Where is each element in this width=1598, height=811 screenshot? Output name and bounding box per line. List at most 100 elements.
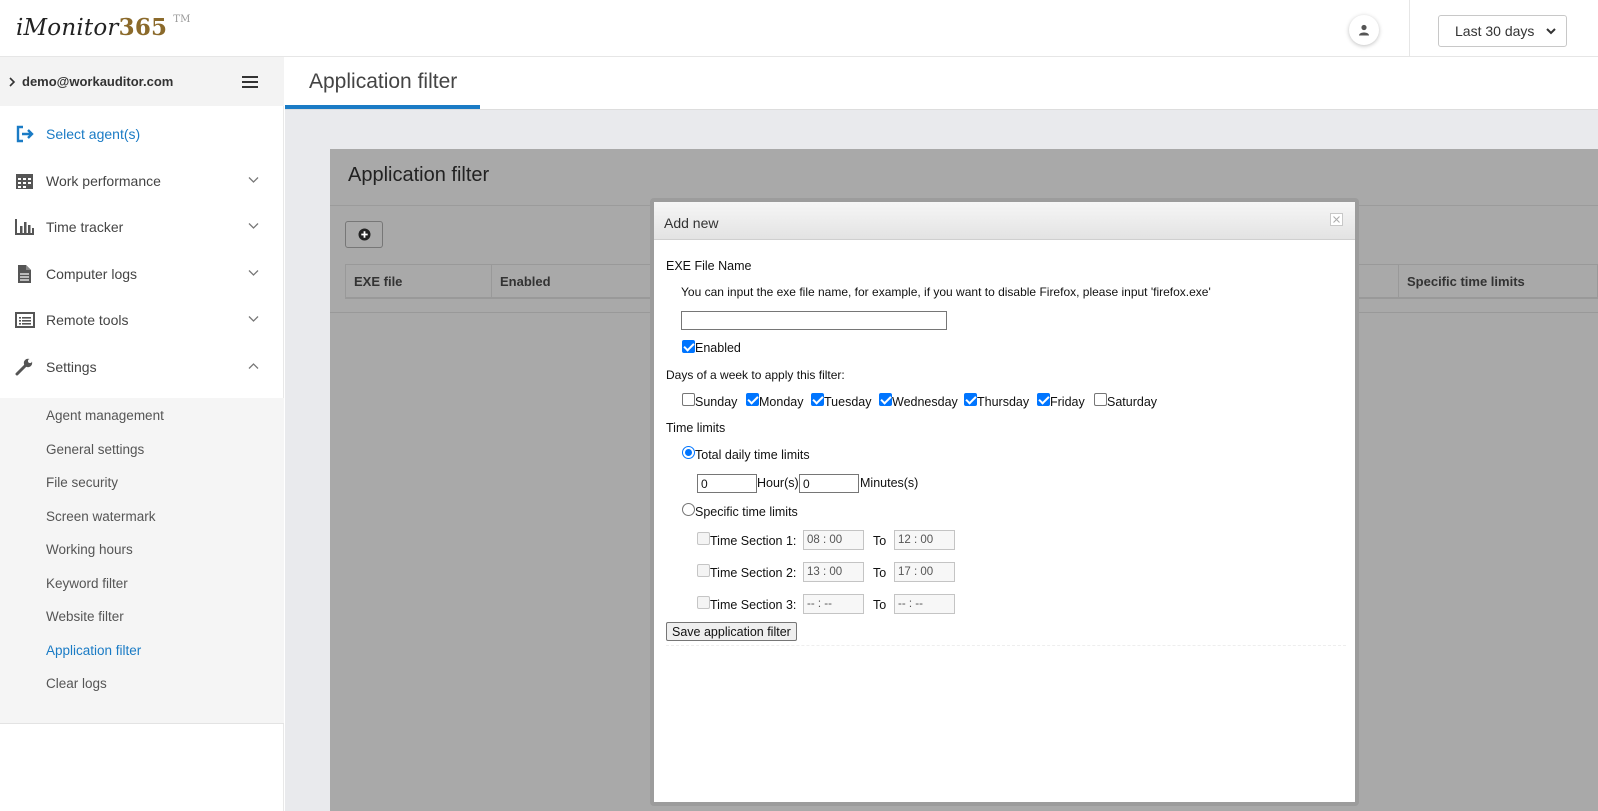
date-range-value: Last 30 days (1455, 23, 1535, 39)
time-section-1-to-label: To (873, 534, 887, 548)
bar-chart-icon (15, 219, 34, 235)
sidebar-item-label: Settings (46, 359, 97, 375)
logo-trademark: TM (173, 14, 191, 25)
sidebar-item-application-filter[interactable]: Application filter (46, 643, 141, 658)
date-range-select[interactable]: Last 30 days (1438, 15, 1567, 47)
day-label-sunday: Sunday (695, 395, 738, 409)
sidebar-item-label: Time tracker (46, 219, 124, 235)
time-section-2-from[interactable]: 13 : 00 (803, 562, 864, 582)
sidebar-item-time-tracker[interactable]: Time tracker (0, 204, 284, 250)
sidebar-item-label: Computer logs (46, 266, 138, 282)
plus-circle-icon (358, 228, 370, 241)
sidebar-item-settings[interactable]: Settings (0, 344, 284, 390)
sidebar-item-file-security[interactable]: File security (46, 475, 118, 490)
sign-in-icon (16, 125, 34, 143)
day-checkbox-saturday[interactable] (1094, 393, 1107, 406)
chevron-down-icon (248, 270, 259, 276)
sidebar-item-label: Work performance (46, 173, 161, 189)
sidebar-item-label: Select agent(s) (46, 126, 141, 142)
day-checkbox-monday[interactable] (746, 393, 759, 406)
menu-toggle-button[interactable] (216, 57, 284, 106)
time-section-3-to[interactable]: -- : -- (894, 594, 955, 614)
time-section-2-to-label: To (873, 566, 887, 580)
day-checkbox-thursday[interactable] (964, 393, 977, 406)
calendar-icon (16, 174, 33, 189)
app-logo[interactable]: iMonitor365 TM (16, 14, 191, 41)
time-section-2-to[interactable]: 17 : 00 (894, 562, 955, 582)
total-daily-label: Total daily time limits (695, 448, 810, 462)
exe-file-name-label: EXE File Name (666, 259, 752, 273)
logo-number: 365 (118, 14, 168, 41)
sidebar: demo@workauditor.com Select agent(s) Wor… (0, 57, 284, 811)
specific-time-radio[interactable] (682, 503, 695, 516)
chevron-down-icon (1546, 28, 1556, 35)
sidebar-item-clear-logs[interactable]: Clear logs (46, 676, 107, 691)
sidebar-item-work-performance[interactable]: Work performance (0, 158, 284, 204)
page-title: Application filter (309, 70, 458, 93)
time-section-2-label: Time Section 2: (710, 566, 797, 580)
account-email: demo@workauditor.com (22, 74, 174, 89)
hours-unit-label: Hour(s) (757, 476, 799, 490)
column-header-exe-file[interactable]: EXE file (346, 265, 492, 298)
day-label-monday: Monday (759, 395, 804, 409)
day-label-friday: Friday (1050, 395, 1085, 409)
time-section-1-to[interactable]: 12 : 00 (894, 530, 955, 550)
account-switcher[interactable]: demo@workauditor.com (0, 57, 216, 106)
add-new-dialog: Add new EXE File Name You can input the … (650, 198, 1359, 806)
add-filter-button[interactable] (345, 221, 383, 248)
enabled-checkbox[interactable] (682, 340, 695, 353)
sidebar-item-screen-watermark[interactable]: Screen watermark (46, 509, 156, 524)
chevron-down-icon (248, 223, 259, 229)
user-icon (1359, 24, 1369, 36)
active-tab-indicator (285, 105, 480, 109)
page-header: Application filter (285, 57, 1598, 110)
time-section-3-from[interactable]: -- : -- (803, 594, 864, 614)
day-label-tuesday: Tuesday (824, 395, 872, 409)
exe-file-name-input[interactable] (681, 311, 947, 330)
day-checkbox-wednesday[interactable] (879, 393, 892, 406)
time-section-1-label: Time Section 1: (710, 534, 797, 548)
top-bar: iMonitor365 TM Last 30 days (0, 0, 1598, 57)
list-window-icon (15, 312, 35, 328)
dialog-title: Add new (664, 215, 719, 231)
exe-file-hint: You can input the exe file name, for exa… (681, 285, 1211, 299)
wrench-icon (15, 358, 33, 376)
minutes-input[interactable]: 0 (799, 474, 859, 493)
enabled-label: Enabled (695, 341, 741, 355)
dialog-separator (666, 645, 1346, 646)
time-section-3-checkbox[interactable] (697, 596, 710, 609)
dialog-close-button[interactable] (1330, 213, 1343, 226)
sidebar-item-select-agents[interactable]: Select agent(s) (0, 111, 284, 157)
sidebar-item-keyword-filter[interactable]: Keyword filter (46, 576, 128, 591)
sidebar-item-computer-logs[interactable]: Computer logs (0, 251, 284, 297)
panel-title: Application filter (348, 164, 490, 186)
time-section-3-label: Time Section 3: (710, 598, 797, 612)
sidebar-item-website-filter[interactable]: Website filter (46, 609, 124, 624)
time-section-1-checkbox[interactable] (697, 532, 710, 545)
day-label-saturday: Saturday (1107, 395, 1158, 409)
sidebar-item-agent-management[interactable]: Agent management (46, 408, 164, 423)
time-section-3-to-label: To (873, 598, 887, 612)
day-checkbox-tuesday[interactable] (811, 393, 824, 406)
chevron-right-icon (9, 76, 16, 87)
day-checkbox-sunday[interactable] (682, 393, 695, 406)
chevron-down-icon (248, 177, 259, 183)
total-daily-radio[interactable] (682, 446, 695, 459)
column-header-specific-time-limits[interactable]: Specific time limits (1398, 265, 1598, 298)
logo-text: iMonitor (16, 15, 119, 41)
hours-input[interactable]: 0 (697, 474, 757, 493)
time-section-2-checkbox[interactable] (697, 564, 710, 577)
day-checkbox-friday[interactable] (1037, 393, 1050, 406)
day-label-wednesday: Wednesday (892, 395, 958, 409)
time-section-1-from[interactable]: 08 : 00 (803, 530, 864, 550)
sidebar-item-working-hours[interactable]: Working hours (46, 542, 133, 557)
save-application-filter-button[interactable]: Save application filter (666, 622, 797, 641)
chevron-up-icon (248, 363, 259, 369)
minutes-unit-label: Minutes(s) (860, 476, 919, 490)
sidebar-item-general-settings[interactable]: General settings (46, 442, 144, 457)
specific-time-label: Specific time limits (695, 505, 798, 519)
user-avatar[interactable] (1349, 15, 1379, 45)
time-limits-label: Time limits (666, 421, 726, 435)
sidebar-item-remote-tools[interactable]: Remote tools (0, 297, 284, 343)
sidebar-item-label: Remote tools (46, 312, 129, 328)
